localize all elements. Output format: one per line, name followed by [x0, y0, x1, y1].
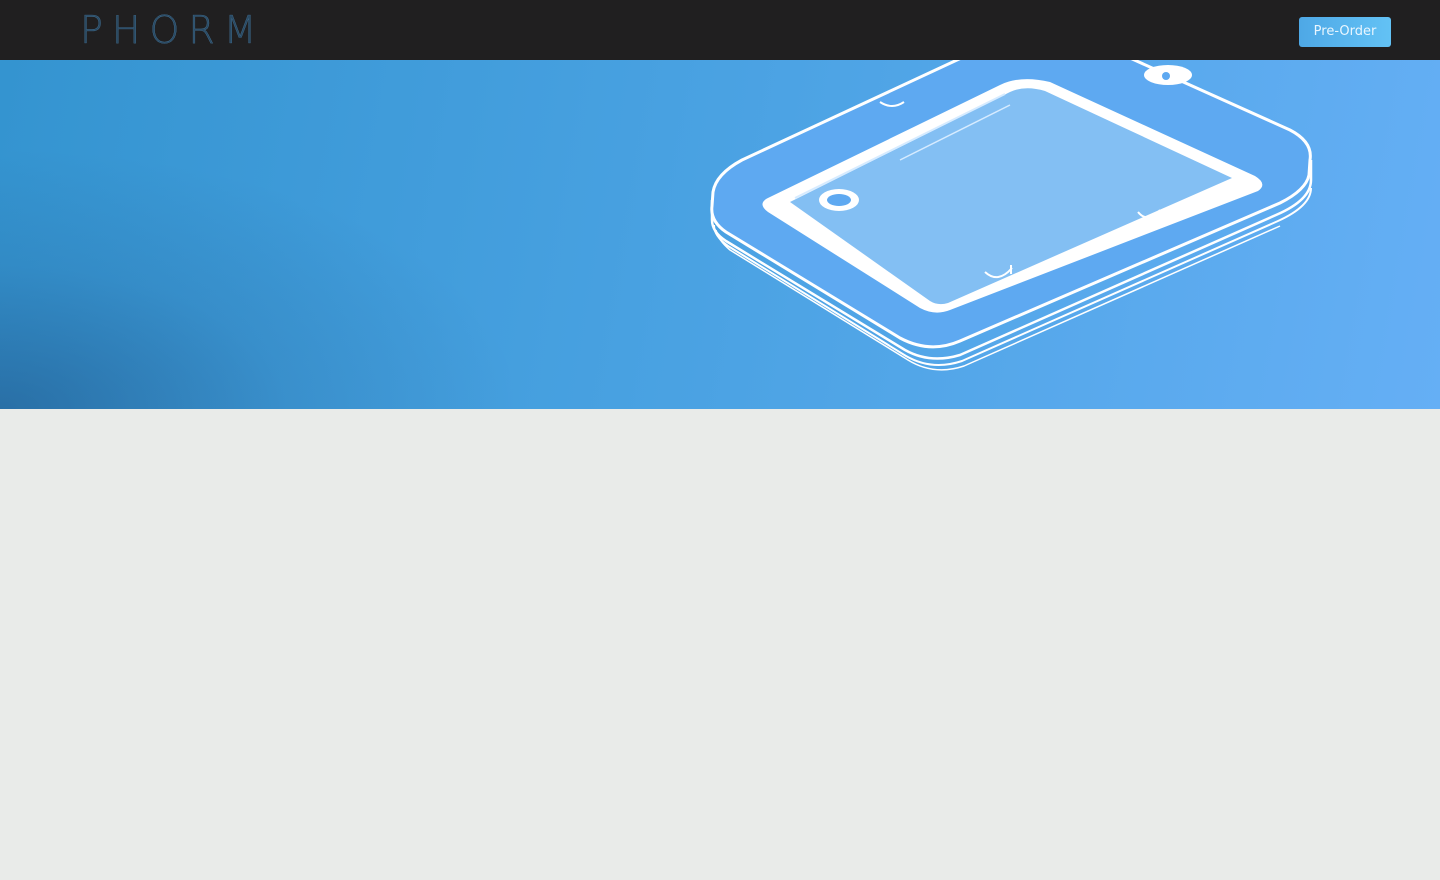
- top-navigation-bar: PHORM Pre-Order: [0, 0, 1440, 60]
- tablet-illustration: [710, 60, 1313, 371]
- brand-logo[interactable]: PHORM: [80, 10, 266, 50]
- hero-banner: [0, 60, 1440, 409]
- page-content-area: [0, 409, 1440, 880]
- pre-order-button[interactable]: Pre-Order: [1299, 17, 1391, 47]
